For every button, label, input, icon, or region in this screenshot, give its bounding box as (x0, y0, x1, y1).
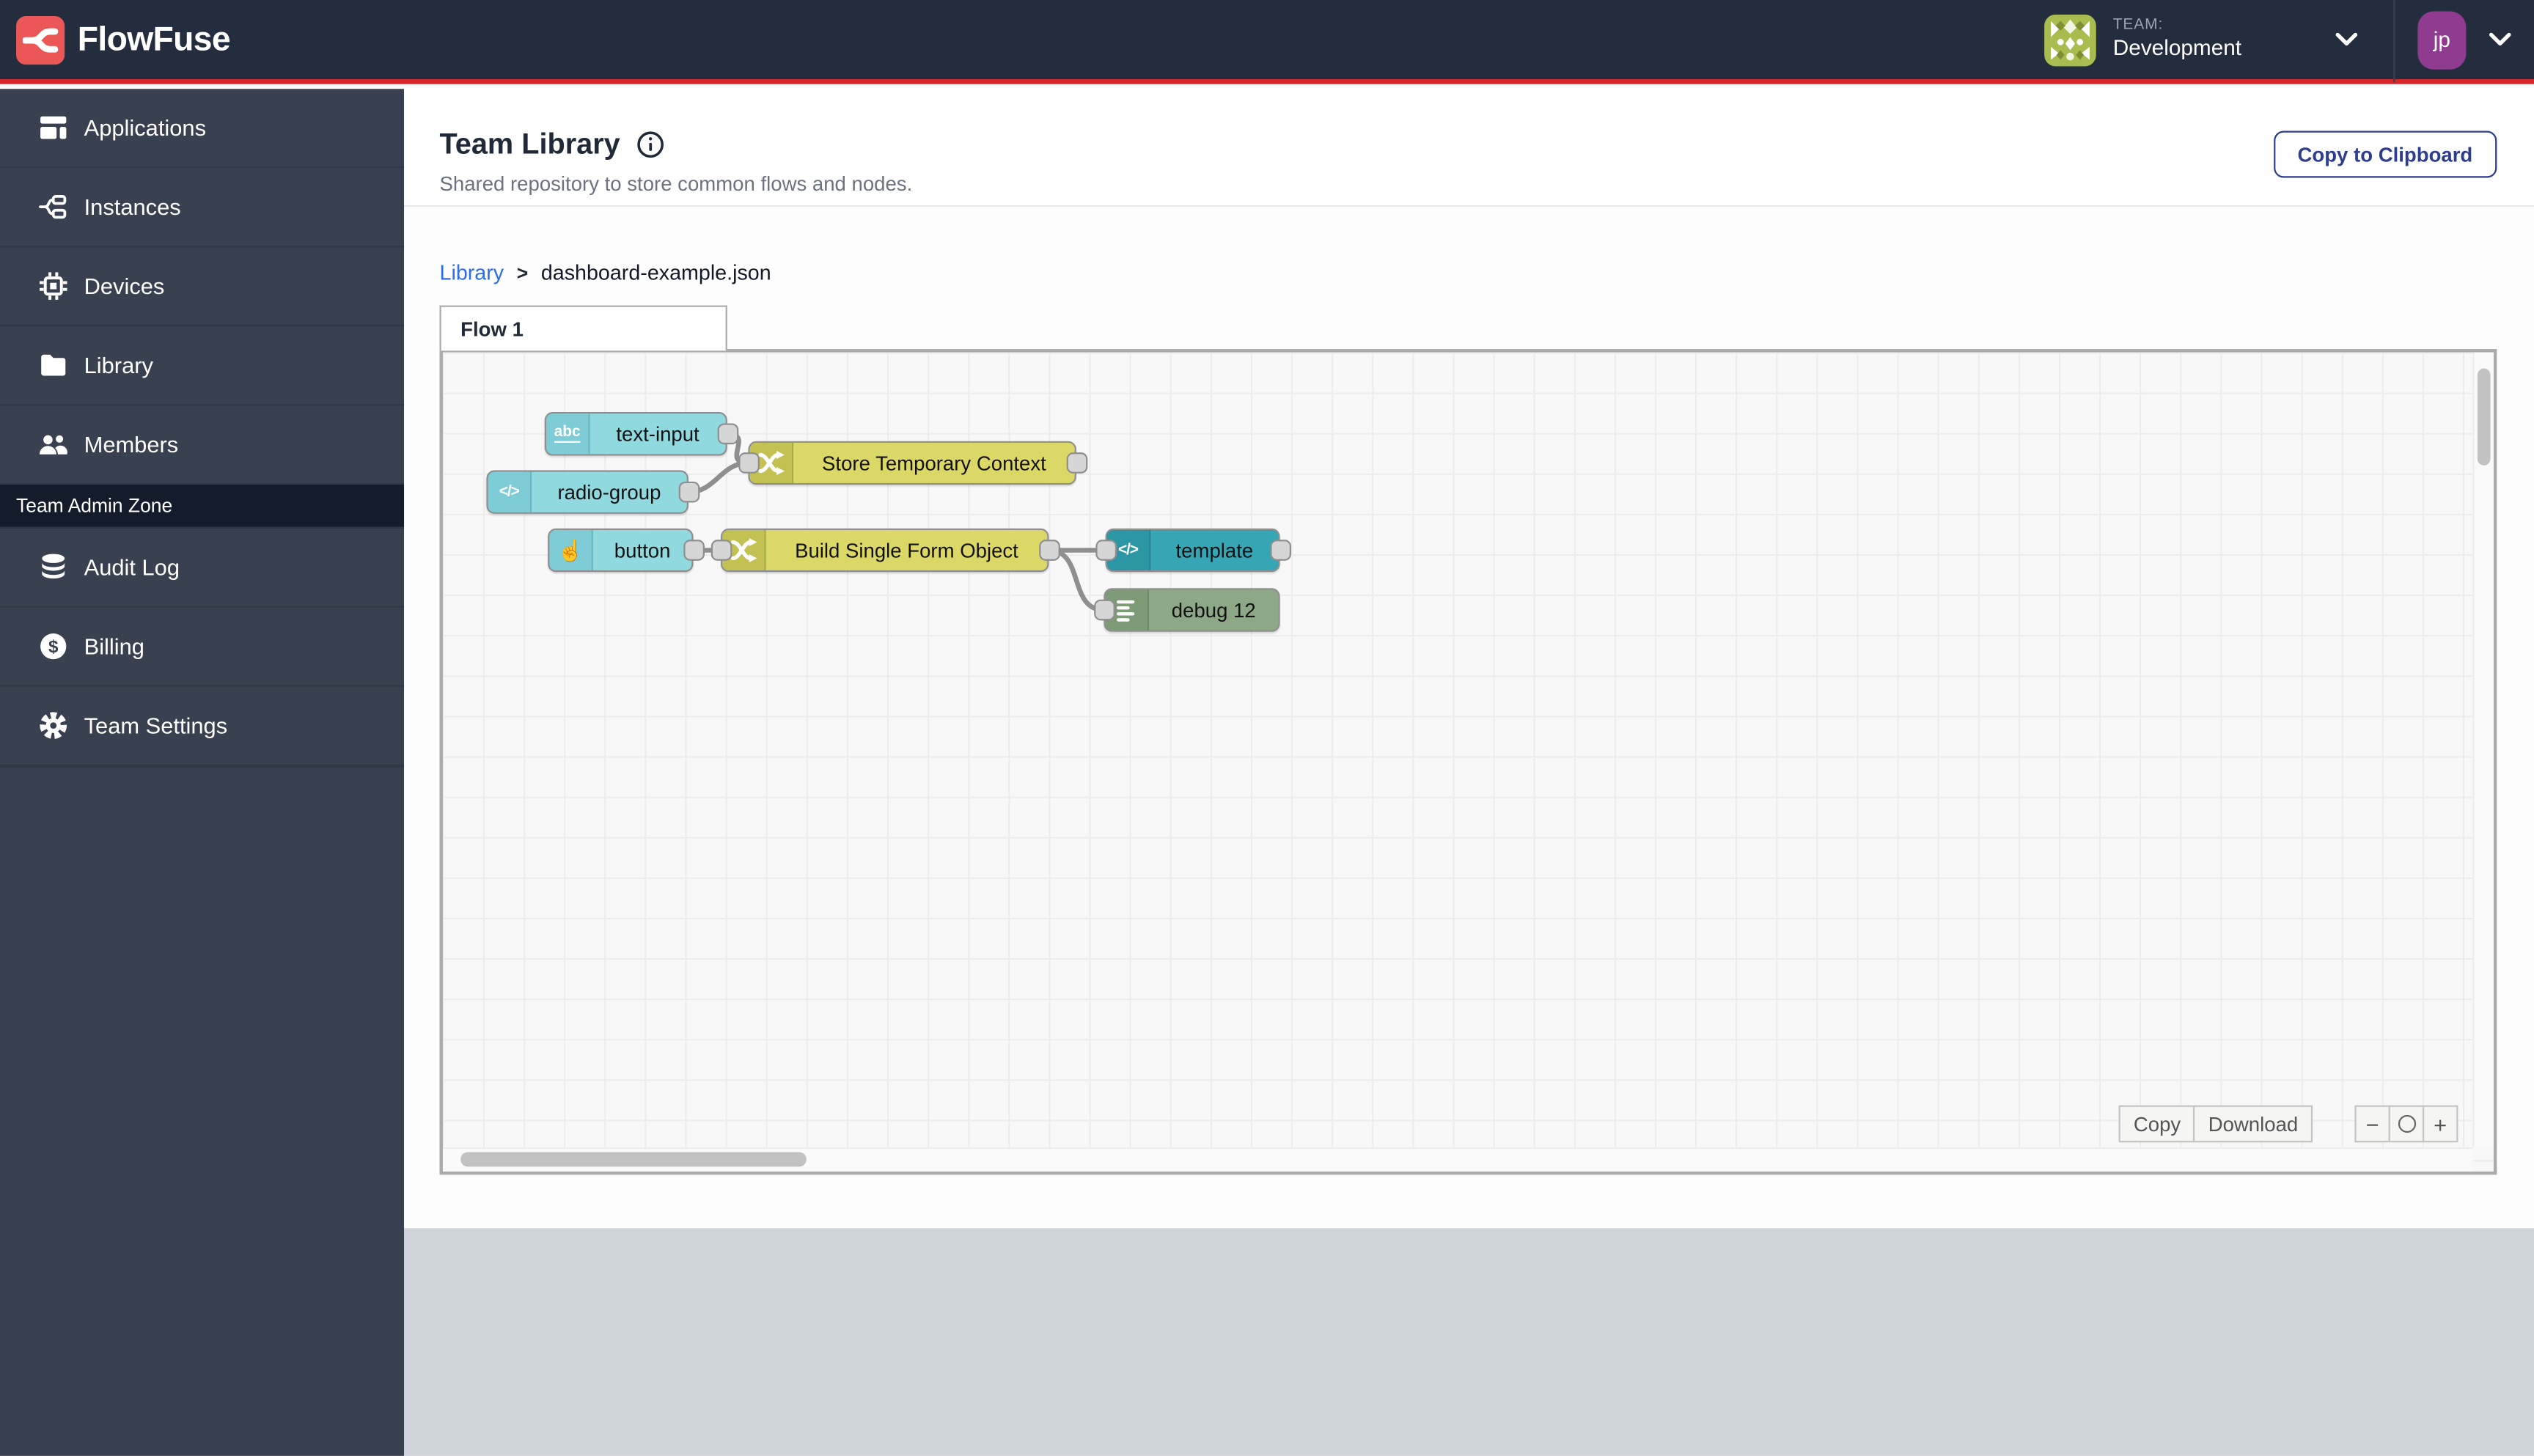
flow-node-radio-group[interactable]: </> radio-group (486, 470, 699, 514)
library-content: Library > dashboard-example.json Flow 1 (404, 205, 2534, 1229)
tab-flow-1[interactable]: Flow 1 (439, 305, 727, 351)
sidebar-item-label: Members (84, 431, 179, 457)
instances-icon (39, 192, 68, 221)
zoom-controls: − + (2354, 1105, 2458, 1143)
svg-text:$: $ (48, 637, 59, 657)
download-flow-button[interactable]: Download (2193, 1105, 2313, 1143)
sidebar-item-instances[interactable]: Instances (0, 168, 405, 248)
page-subtitle: Shared repository to store common flows … (439, 172, 913, 196)
output-port[interactable] (1038, 540, 1059, 561)
top-navbar: FlowFuse TEAM: Development jp (0, 0, 2534, 84)
page-header: Team Library Shared repository to store … (404, 89, 2534, 205)
node-label: Store Temporary Context (822, 452, 1046, 474)
chevron-down-icon (2489, 25, 2511, 54)
vertical-scrollbar-track (2472, 352, 2494, 1147)
node-label: button (614, 539, 671, 562)
node-label: radio-group (557, 480, 661, 504)
flow-canvas[interactable]: abc text-input </> radio-group Store Tem… (439, 349, 2497, 1175)
database-icon (39, 553, 68, 582)
horizontal-scrollbar-thumb[interactable] (460, 1152, 807, 1167)
team-name: Development (2112, 35, 2242, 60)
sidebar-item-label: Instances (84, 194, 181, 220)
sidebar-item-team-settings[interactable]: Team Settings (0, 687, 405, 766)
input-port[interactable] (1095, 540, 1116, 561)
breadcrumb-current-file: dashboard-example.json (540, 260, 771, 284)
chevron-down-icon (2335, 32, 2358, 47)
output-port[interactable] (677, 481, 699, 503)
sidebar-item-label: Library (84, 352, 153, 378)
flow-node-build-single-form-object[interactable]: Build Single Form Object (710, 528, 1059, 573)
breadcrumb: Library > dashboard-example.json (440, 260, 2534, 284)
team-admin-zone-banner: Team Admin Zone (0, 485, 405, 529)
sidebar-item-library[interactable]: Library (0, 326, 405, 406)
output-port[interactable] (716, 423, 738, 445)
flow-node-store-temporary-context[interactable]: Store Temporary Context (738, 441, 1087, 485)
copy-flow-button[interactable]: Copy (2119, 1105, 2196, 1143)
app-window: FlowFuse TEAM: Development jp Applicatio… (0, 0, 2534, 1456)
sidebar-item-applications[interactable]: Applications (0, 89, 405, 169)
zoom-out-button[interactable]: − (2354, 1105, 2390, 1143)
chevron-right-icon: > (516, 260, 529, 284)
dollar-icon: $ (39, 632, 68, 661)
breadcrumb-library-link[interactable]: Library (440, 260, 504, 284)
copy-to-clipboard-button[interactable]: Copy to Clipboard (2273, 130, 2497, 178)
sidebar-item-devices[interactable]: Devices (0, 247, 405, 327)
team-avatar (2045, 13, 2097, 66)
brand-link[interactable]: FlowFuse (16, 15, 231, 65)
flowfuse-logo-icon (16, 15, 65, 65)
sidebar-item-label: Team Settings (84, 713, 228, 739)
sidebar-item-audit-log[interactable]: Audit Log (0, 529, 405, 608)
library-icon (39, 350, 68, 380)
node-label: Build Single Form Object (795, 539, 1018, 562)
canvas-controls: Copy Download − + (2119, 1105, 2458, 1143)
output-port[interactable] (683, 540, 704, 561)
info-icon[interactable] (636, 131, 664, 158)
zoom-reset-button[interactable] (2388, 1105, 2425, 1143)
zoom-in-button[interactable]: + (2422, 1105, 2458, 1143)
devices-icon (39, 271, 68, 301)
flow-node-template[interactable]: </> template (1095, 528, 1290, 573)
page-title: Team Library (439, 128, 620, 161)
sidebar-item-billing[interactable]: $ Billing (0, 608, 405, 687)
node-label: template (1175, 539, 1254, 562)
applications-icon (39, 113, 68, 142)
node-label: debug 12 (1171, 598, 1256, 622)
team-label: TEAM: (2112, 16, 2164, 34)
gear-icon (39, 711, 68, 740)
user-avatar: jp (2417, 10, 2467, 69)
user-menu[interactable]: jp (2417, 10, 2511, 69)
input-port[interactable] (738, 452, 759, 474)
node-label: text-input (616, 422, 699, 446)
navbar-divider (2393, 0, 2395, 82)
output-port[interactable] (1269, 540, 1290, 561)
team-selector[interactable]: TEAM: Development (2035, 7, 2368, 72)
vertical-scrollbar-thumb[interactable] (2476, 368, 2490, 466)
hand-pointer-icon: ☝ (549, 529, 593, 571)
members-icon (39, 430, 68, 459)
flow-node-button[interactable]: ☝ button (548, 528, 704, 573)
zoom-reset-icon (2397, 1114, 2416, 1133)
sidebar-item-members[interactable]: Members (0, 405, 405, 485)
main-area: Team Library Shared repository to store … (404, 89, 2534, 1456)
sidebar-item-label: Applications (84, 114, 207, 141)
abc-icon: abc (546, 413, 590, 455)
output-port[interactable] (1065, 452, 1087, 474)
sidebar: Applications Instances Devices Library M… (0, 89, 405, 1456)
brand-name: FlowFuse (77, 20, 231, 58)
sidebar-item-label: Devices (84, 273, 165, 299)
footer-empty-area (404, 1228, 2534, 1456)
input-port[interactable] (1093, 599, 1114, 621)
sidebar-item-label: Billing (84, 633, 144, 660)
input-port[interactable] (710, 540, 732, 561)
flow-node-debug-12[interactable]: debug 12 (1093, 588, 1280, 632)
flow-node-text-input[interactable]: abc text-input (544, 412, 738, 456)
code-icon: </> (488, 471, 532, 512)
sidebar-item-label: Audit Log (84, 554, 180, 581)
